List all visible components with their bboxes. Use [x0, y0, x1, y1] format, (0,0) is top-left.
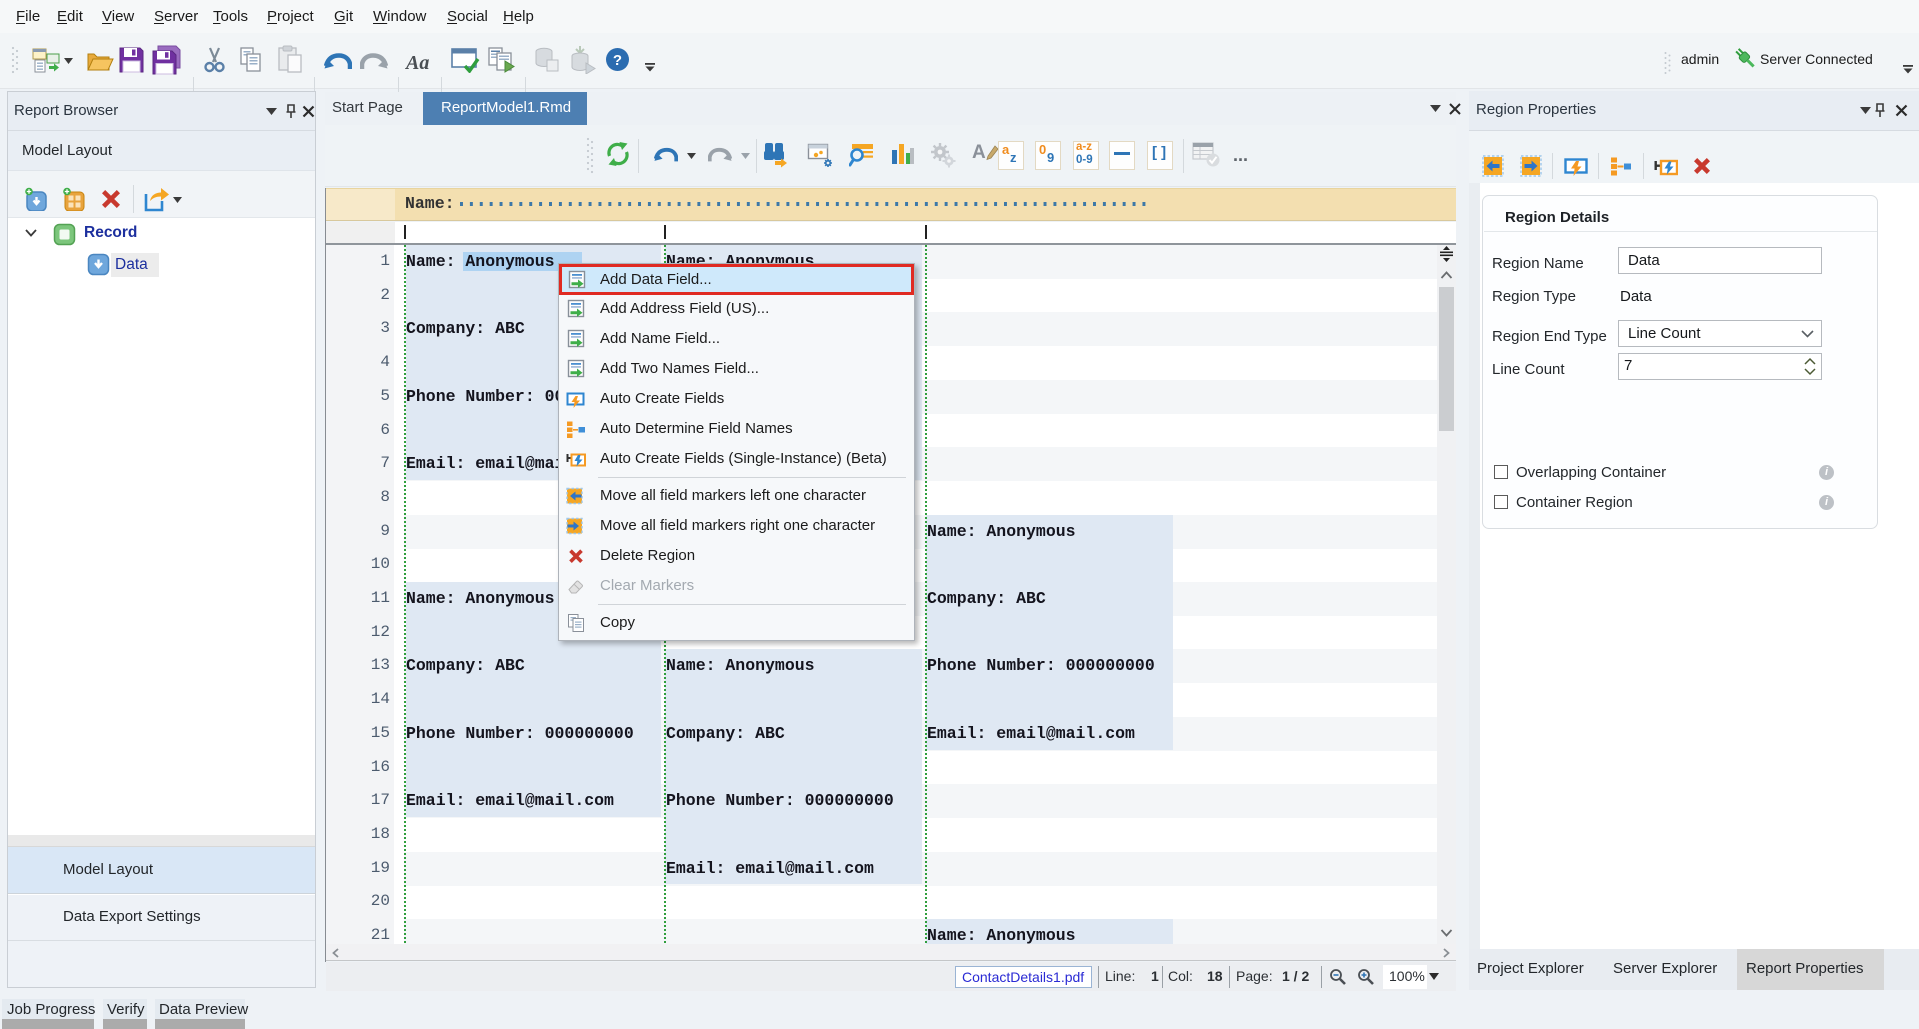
svg-text:?: ?	[613, 52, 622, 69]
